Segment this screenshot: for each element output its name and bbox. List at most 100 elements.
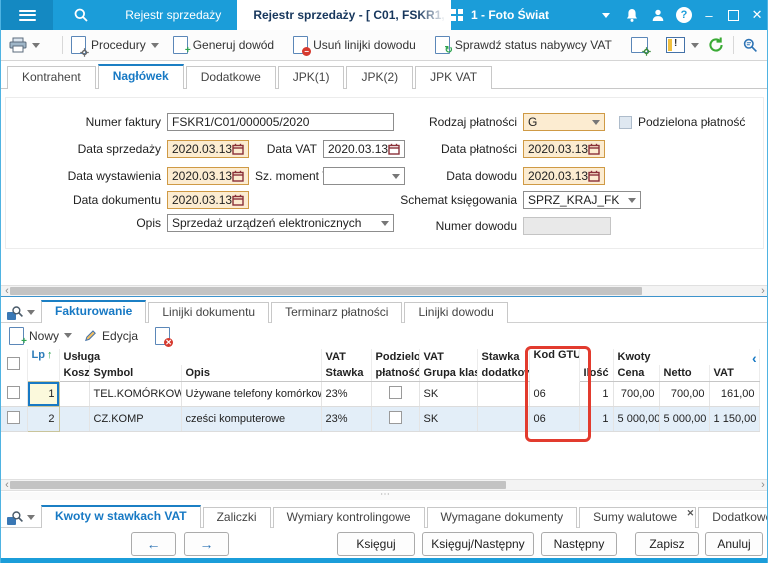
- column-header-opis[interactable]: Opis: [181, 365, 322, 382]
- ksieguj-button[interactable]: Księguj: [337, 532, 415, 556]
- data-platnosci-input[interactable]: 2020.03.13: [523, 140, 605, 158]
- podzielona-checkbox[interactable]: [388, 411, 402, 424]
- column-header-platnosc[interactable]: płatność: [371, 365, 420, 382]
- column-header-vat-grupa-top[interactable]: VAT: [419, 349, 478, 365]
- view-organizer-button[interactable]: [1, 510, 41, 527]
- cena-cell[interactable]: 5 000,00: [613, 406, 660, 432]
- column-group-kwoty[interactable]: Kwoty: [613, 349, 760, 365]
- tab-fakturowanie[interactable]: Fakturowanie: [41, 300, 147, 323]
- scrollbar-thumb[interactable]: [10, 481, 506, 489]
- tab-dodatkowe[interactable]: Dodatkowe: [185, 66, 276, 89]
- data-dowodu-input[interactable]: 2020.03.13: [523, 167, 605, 185]
- procedury-button[interactable]: Procedury: [71, 36, 159, 57]
- alert-settings-icon[interactable]: !: [666, 37, 685, 53]
- column-header-podzielona-top[interactable]: Podzielona: [371, 349, 420, 365]
- column-header-stawka-dodatkowa-top[interactable]: Stawka: [477, 349, 530, 365]
- calendar-icon[interactable]: [232, 143, 244, 155]
- tab-linijki-dowodu[interactable]: Linijki dowodu: [404, 302, 508, 323]
- scroll-right-icon[interactable]: ›: [758, 480, 767, 491]
- data-dokumentu-input[interactable]: 2020.03.13: [167, 191, 249, 209]
- podzielona-platnosc-checkbox[interactable]: [619, 115, 632, 129]
- column-group-usluga[interactable]: Usługa: [59, 349, 322, 365]
- ilosc-cell[interactable]: 1: [579, 381, 614, 407]
- scroll-right-icon[interactable]: ›: [758, 286, 767, 297]
- tab-kontrahent[interactable]: Kontrahent: [7, 66, 96, 89]
- data-wystawienia-input[interactable]: 2020.03.13: [167, 167, 249, 185]
- view-organizer-button[interactable]: [1, 305, 41, 322]
- sprawdz-status-button[interactable]: ↻ Sprawdź status nabywcy VAT: [434, 36, 617, 56]
- tab-dodatkowe-dane-jpk[interactable]: Dodatkowe dane dla JPK: [698, 507, 767, 528]
- cena-cell[interactable]: 700,00: [613, 381, 660, 407]
- row-checkbox[interactable]: [7, 411, 21, 424]
- lp-cell[interactable]: 2: [26, 406, 60, 432]
- company-dropdown-button[interactable]: [593, 12, 619, 18]
- stawka-cell[interactable]: 23%: [321, 406, 372, 432]
- column-header-vat-kwota[interactable]: VAT: [709, 365, 760, 382]
- column-header-ilosc[interactable]: Ilość: [579, 365, 614, 382]
- scrollbar-thumb[interactable]: [10, 287, 642, 295]
- tab-wymagane-dokumenty[interactable]: Wymagane dokumenty: [426, 507, 578, 528]
- calendar-icon[interactable]: [588, 170, 600, 182]
- koszty-cell[interactable]: [59, 406, 90, 432]
- opis-select[interactable]: Sprzedaż urządzeń elektronicznych: [167, 214, 394, 232]
- tab-kwoty-w-stawkach-vat[interactable]: Kwoty w stawkach VAT: [41, 505, 201, 528]
- ksieguj-nastepny-button[interactable]: Księguj/Następny: [422, 532, 534, 556]
- column-header-lp[interactable]: Lp ↑: [27, 349, 60, 382]
- symbol-cell[interactable]: TEL.KOMÓRKOWE: [89, 381, 182, 407]
- schemat-ksiegowania-select[interactable]: SPRZ_KRAJ_FK: [523, 191, 641, 209]
- usun-linijki-button[interactable]: − Usuń linijki dowodu: [293, 36, 421, 56]
- close-button[interactable]: ✕: [745, 0, 767, 30]
- calendar-icon[interactable]: [588, 143, 600, 155]
- previous-record-button[interactable]: ←: [131, 532, 176, 556]
- section-splitter[interactable]: ⋯: [1, 490, 767, 500]
- netto-cell[interactable]: 5 000,00: [659, 406, 710, 432]
- select-all-checkbox[interactable]: [7, 357, 21, 371]
- koszty-cell[interactable]: [59, 381, 90, 407]
- column-header-symbol[interactable]: Symbol: [89, 365, 182, 382]
- column-nav-left-icon[interactable]: ‹: [752, 350, 757, 366]
- kod-gtu-cell[interactable]: 06: [529, 381, 580, 407]
- nowy-button[interactable]: + Nowy: [9, 326, 73, 346]
- tab-sumy-walutowe[interactable]: Sumy walutowe ✕: [579, 507, 697, 528]
- filter-search-button[interactable]: [742, 37, 759, 54]
- print-button[interactable]: [9, 37, 40, 53]
- tab-terminarz-platnosci[interactable]: Terminarz płatności: [271, 302, 403, 323]
- user-button[interactable]: [645, 8, 671, 22]
- generuj-dowod-button[interactable]: + Generuj dowód: [172, 36, 279, 56]
- kod-gtu-cell[interactable]: 06: [529, 406, 580, 432]
- column-header-netto[interactable]: Netto: [659, 365, 710, 382]
- tab-jpk-vat[interactable]: JPK VAT: [415, 66, 493, 89]
- tab-wymiary-kontrolingowe[interactable]: Wymiary kontrolingowe: [272, 507, 425, 528]
- lp-cell[interactable]: 1: [26, 381, 60, 407]
- nastepny-button[interactable]: Następny: [541, 532, 617, 556]
- refresh-button[interactable]: [707, 36, 725, 54]
- global-search-button[interactable]: [53, 0, 109, 30]
- calendar-icon[interactable]: [232, 170, 244, 182]
- table-row[interactable]: 1 TEL.KOMÓRKOWE Używane telefony komórko…: [1, 381, 760, 407]
- help-button[interactable]: ?: [671, 7, 697, 23]
- column-header-cena[interactable]: Cena: [613, 365, 660, 382]
- document-tab-active[interactable]: Rejestr sprzedaży - [ C01, FSKR1, 0: [237, 0, 452, 30]
- anuluj-button[interactable]: Anuluj: [705, 532, 763, 556]
- stawka-dodatkowa-cell[interactable]: [477, 381, 530, 407]
- column-header-kod-gtu[interactable]: Kod GTU: [529, 349, 580, 382]
- tab-jpk1[interactable]: JPK(1): [277, 66, 345, 89]
- column-header-dodatkowa[interactable]: dodatkowa: [477, 365, 530, 382]
- tab-jpk2[interactable]: JPK(2): [346, 66, 414, 89]
- numer-faktury-input[interactable]: FSKR1/C01/000005/2020: [167, 113, 394, 131]
- company-selector[interactable]: 1 - Foto Świat: [451, 8, 549, 22]
- data-sprzedazy-input[interactable]: 2020.03.13: [167, 140, 249, 158]
- settings-gear-button[interactable]: [630, 37, 651, 56]
- symbol-cell[interactable]: CZ.KOMP: [89, 406, 182, 432]
- edycja-button[interactable]: Edycja: [84, 329, 143, 343]
- main-menu-button[interactable]: [1, 0, 54, 30]
- minimize-button[interactable]: –: [697, 0, 721, 30]
- column-header-stawka[interactable]: Stawka: [321, 365, 372, 382]
- stawka-cell[interactable]: 23%: [321, 381, 372, 407]
- column-header-grupa-klas[interactable]: Grupa klas.: [419, 365, 478, 382]
- delete-row-button[interactable]: ✕: [155, 326, 174, 347]
- opis-cell[interactable]: Używane telefony komórkowe: [181, 381, 322, 407]
- zapisz-button[interactable]: Zapisz: [635, 532, 699, 556]
- table-row[interactable]: 2 CZ.KOMP cześci komputerowe 23% SK 06 1…: [1, 406, 760, 432]
- column-header-koszty[interactable]: Koszty: [59, 365, 90, 382]
